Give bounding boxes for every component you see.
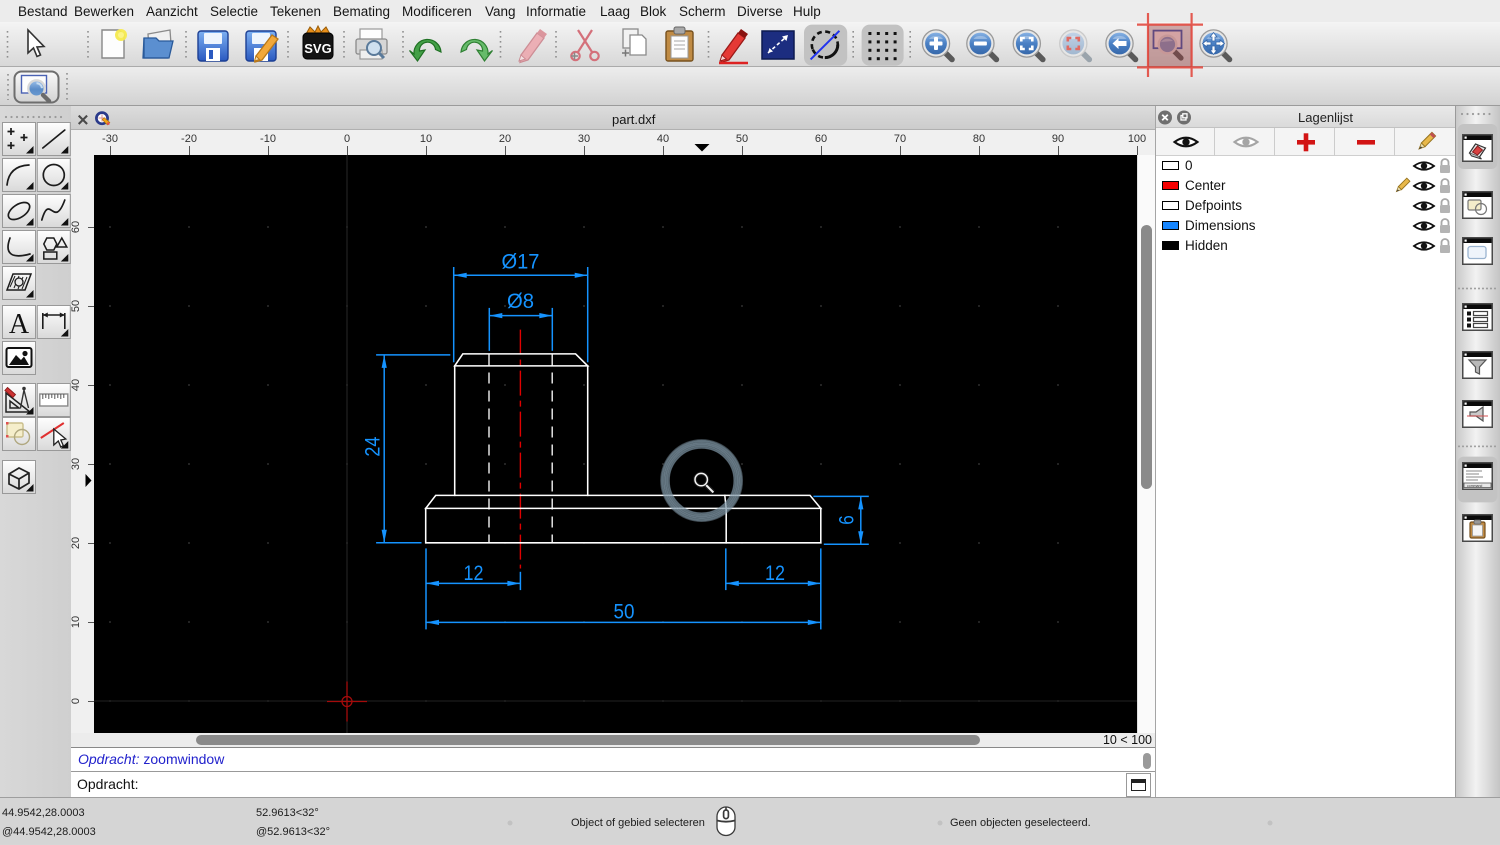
svg-text:60: 60 [71,221,82,233]
svg-text:-10: -10 [260,133,276,145]
svg-text:command: command [1467,484,1482,488]
svg-text:10: 10 [420,133,432,145]
svg-text:40: 40 [71,379,82,391]
svg-text:50: 50 [71,300,82,312]
svg-text:20: 20 [499,133,511,145]
svg-text:-20: -20 [181,133,197,145]
svg-text:A: A [9,309,30,340]
svg-text:6: 6 [836,515,859,525]
svg-text:30: 30 [578,133,590,145]
svg-text:SVG: SVG [304,41,331,56]
svg-text:0: 0 [71,698,82,704]
svg-text:70: 70 [894,133,906,145]
svg-text:Ø8: Ø8 [507,290,534,313]
svg-text:50: 50 [614,601,635,624]
svg-text:20: 20 [71,537,82,549]
svg-text:60: 60 [815,133,827,145]
svg-text:100: 100 [1128,133,1146,145]
svg-text:0: 0 [344,133,350,145]
svg-text:12: 12 [464,562,484,585]
svg-text:24: 24 [362,436,385,456]
svg-text:12: 12 [765,562,785,585]
svg-text:80: 80 [973,133,985,145]
svg-text:50: 50 [736,133,748,145]
svg-text:40: 40 [657,133,669,145]
svg-text:-30: -30 [102,133,118,145]
svg-text:30: 30 [71,458,82,470]
svg-text:10: 10 [71,616,82,628]
svg-text:90: 90 [1052,133,1064,145]
svg-text:Ø17: Ø17 [502,251,540,274]
